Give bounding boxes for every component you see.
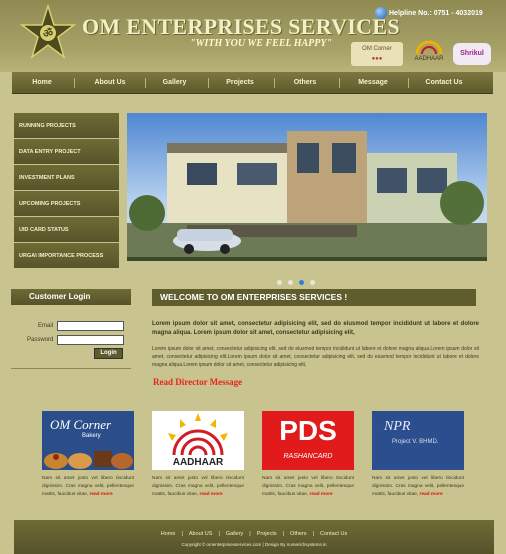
- nav-contact[interactable]: Contact Us: [414, 72, 474, 94]
- tagline: "WITH YOU WE FEEL HAPPY": [190, 38, 333, 49]
- card-image-pds[interactable]: PDS RASHANCARD: [262, 411, 354, 470]
- slider-dot[interactable]: [277, 280, 282, 285]
- card-desc: Nam sit amet justo vel libero tincidunt …: [152, 476, 244, 497]
- footer-link-about[interactable]: About US: [189, 531, 213, 537]
- sidebar-item-running-projects[interactable]: RUNNING PROJECTS: [14, 113, 119, 139]
- image-slider[interactable]: [127, 113, 487, 261]
- read-more-link[interactable]: read more: [199, 492, 222, 497]
- nav-divider: [339, 78, 340, 88]
- footer: Home | About US | Gallery | Projects | Others | Co…: [14, 520, 494, 554]
- copyright: Copyright © omenterprisesservices.com | …: [181, 542, 327, 547]
- sun-icon: [415, 40, 443, 55]
- card-desc: Nam sit amet justo vel libero tincidunt …: [262, 476, 354, 497]
- read-more-link[interactable]: read more: [419, 492, 442, 497]
- nav-message[interactable]: Message: [347, 72, 399, 94]
- svg-text:ॐ: ॐ: [43, 27, 53, 40]
- card-text-aadhaar: Nam sit amet justo vel libero tincidunt …: [152, 475, 244, 499]
- card-image-npr[interactable]: NPR Project V. BHMD.: [372, 411, 464, 470]
- sidebar: RUNNING PROJECTS DATA ENTRY PROJECT INVE…: [14, 113, 119, 269]
- nav-divider: [408, 78, 409, 88]
- helpline: Helpline No.: 0751 - 4032019: [375, 7, 483, 19]
- brand-title[interactable]: OM ENTERPRISES SERVICES: [82, 14, 400, 40]
- shrikul-logo[interactable]: Shrikul: [453, 43, 491, 65]
- card-image-aadhaar[interactable]: AADHAAR: [152, 411, 244, 470]
- email-label: Email: [38, 323, 54, 329]
- password-label: Password: [27, 337, 54, 343]
- card-subtitle: RASHANCARD: [283, 453, 333, 460]
- slider-dots: [277, 272, 321, 290]
- director-message-link[interactable]: Read Director Message: [153, 377, 242, 387]
- card-title: AADHAAR: [172, 457, 224, 468]
- customer-login-header: Customer Login: [11, 289, 131, 305]
- footer-link-projects[interactable]: Projects: [257, 531, 277, 537]
- card-text-pds: Nam sit amet justo vel libero tincidunt …: [262, 475, 354, 499]
- logo-star-icon[interactable]: ॐ: [20, 4, 76, 60]
- aadhaar-mini-label: AADHAAR: [414, 56, 444, 62]
- om-corner-logo[interactable]: OM Corner ●●●: [351, 42, 403, 66]
- footer-links: Home | About US | Gallery | Projects | Others | Co…: [160, 531, 348, 537]
- card-subtitle: Project V. BHMD.: [392, 439, 439, 445]
- nav-projects[interactable]: Projects: [215, 72, 265, 94]
- intro-paragraph: Lorem ipsum dolor sit amet, consectetur …: [152, 321, 479, 336]
- read-more-link[interactable]: read more: [89, 492, 112, 497]
- password-field[interactable]: [57, 335, 124, 345]
- helpline-text: Helpline No.: 0751 - 4032019: [389, 9, 483, 17]
- slider-dot-active[interactable]: [299, 280, 304, 285]
- sidebar-item-upcoming[interactable]: UPCOMING PROJECTS: [14, 191, 119, 217]
- footer-link-contact[interactable]: Contact Us: [320, 531, 347, 537]
- om-corner-logo-text: OM Corner: [362, 46, 392, 52]
- slider-dot[interactable]: [288, 280, 293, 285]
- nav-divider: [274, 78, 275, 88]
- footer-link-gallery[interactable]: Gallery: [226, 531, 243, 537]
- card-title: PDS: [279, 415, 337, 446]
- shrikul-logo-text: Shrikul: [460, 50, 484, 57]
- card-desc: Nam sit amet justo vel libero tincidunt …: [42, 476, 134, 497]
- nav-about[interactable]: About Us: [84, 72, 136, 94]
- footer-link-home[interactable]: Home: [161, 531, 176, 537]
- sidebar-item-investment[interactable]: INVESTMENT PLANS: [14, 165, 119, 191]
- card-image-om-corner[interactable]: OM Corner Bakery: [42, 411, 134, 470]
- email-field[interactable]: [57, 321, 124, 331]
- main-nav: Home About Us Gallery Projects Others Me…: [12, 72, 493, 94]
- house-image: [127, 113, 487, 261]
- sidebar-item-uid-card[interactable]: UID CARD STATUS: [14, 217, 119, 243]
- divider: [11, 368, 131, 369]
- nav-home[interactable]: Home: [22, 72, 62, 94]
- card-desc: Nam sit amet justo vel libero tincidunt …: [372, 476, 464, 497]
- nav-divider: [74, 78, 75, 88]
- header: ॐ OM ENTERPRISES SERVICES "WITH YOU WE F…: [0, 0, 506, 72]
- globe-icon: [375, 7, 387, 19]
- slider-dot[interactable]: [310, 280, 315, 285]
- nav-divider: [145, 78, 146, 88]
- nav-gallery[interactable]: Gallery: [152, 72, 197, 94]
- sidebar-item-data-entry[interactable]: DATA ENTRY PROJECT: [14, 139, 119, 165]
- read-more-link[interactable]: read more: [309, 492, 332, 497]
- welcome-heading: WELCOME TO OM ENTERPRISES SERVICES !: [152, 289, 476, 306]
- aadhaar-logo[interactable]: AADHAAR: [409, 40, 449, 66]
- footer-link-others[interactable]: Others: [290, 531, 307, 537]
- nav-divider: [208, 78, 209, 88]
- card-title: NPR: [384, 419, 411, 434]
- sidebar-item-urgai[interactable]: URGAI IMPORTANCE PROCESS: [14, 243, 119, 269]
- card-text-om-corner: Nam sit amet justo vel libero tincidunt …: [42, 475, 134, 499]
- card-text-npr: Nam sit amet justo vel libero tincidunt …: [372, 475, 464, 499]
- nav-others[interactable]: Others: [282, 72, 328, 94]
- login-button[interactable]: Login: [94, 348, 123, 359]
- bakery-food-icon: [44, 451, 133, 469]
- body-paragraph: Lorem ipsum dolor sit amet, consectetur …: [152, 346, 479, 368]
